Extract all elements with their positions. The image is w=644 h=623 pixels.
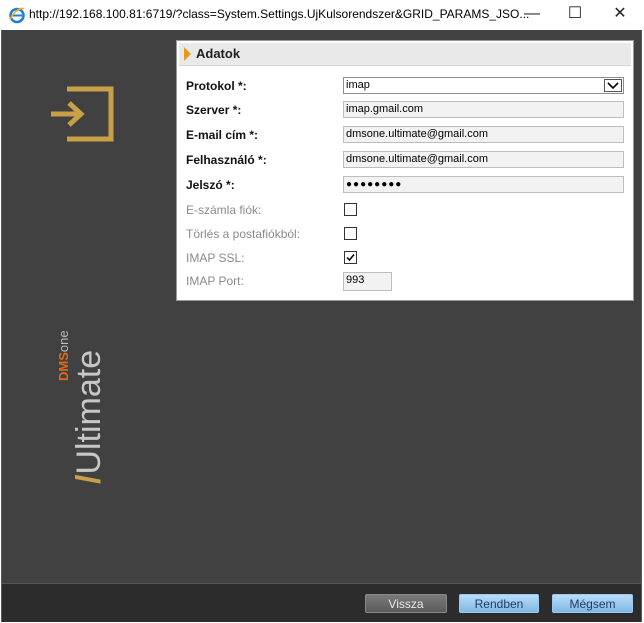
- dmsone-ultimate-logo: /Ultimate DMSone: [54, 306, 108, 492]
- maximize-button[interactable]: ☐: [563, 3, 587, 25]
- ssl-label: IMAP SSL:: [186, 251, 245, 265]
- email-input[interactable]: dmsone.ultimate@gmail.com: [343, 126, 624, 143]
- cancel-button[interactable]: Mégsem: [552, 594, 633, 613]
- svg-text:DMSone: DMSone: [56, 330, 71, 381]
- einvoice-label: E-számla fiók:: [186, 203, 262, 217]
- bottom-action-bar: Vissza Rendben Mégsem: [2, 583, 641, 622]
- checkmark-icon: [346, 254, 355, 262]
- protocol-label: Protokol *:: [186, 79, 247, 93]
- email-label: E-mail cím *:: [186, 128, 259, 142]
- address-url[interactable]: http://192.168.100.81:6719/?class=System…: [29, 7, 529, 21]
- data-panel: Adatok Protokol *: imap Szerver *: imap.…: [176, 40, 634, 301]
- server-input[interactable]: imap.gmail.com: [343, 101, 624, 118]
- internet-explorer-icon: [8, 6, 26, 24]
- window-title-bar: http://192.168.100.81:6719/?class=System…: [0, 0, 644, 30]
- panel-header: Adatok: [179, 43, 631, 66]
- delete-label: Törlés a postafiókból:: [186, 227, 301, 241]
- ssl-checkbox[interactable]: [344, 251, 357, 264]
- back-button[interactable]: Vissza: [365, 594, 447, 613]
- port-input[interactable]: 993: [343, 272, 392, 291]
- close-button[interactable]: ✕: [608, 3, 632, 25]
- password-label: Jelszó *:: [186, 178, 235, 192]
- ok-button[interactable]: Rendben: [459, 594, 539, 613]
- server-label: Szerver *:: [186, 103, 242, 117]
- user-label: Felhasználó *:: [186, 153, 267, 167]
- svg-text:/Ultimate: /Ultimate: [70, 350, 106, 484]
- app-area: /Ultimate DMSone Adatok Protokol *: imap…: [1, 30, 642, 622]
- chevron-down-icon[interactable]: [604, 79, 622, 92]
- einvoice-checkbox[interactable]: [344, 203, 357, 216]
- minimize-button[interactable]: —: [520, 3, 544, 25]
- user-input[interactable]: dmsone.ultimate@gmail.com: [343, 151, 624, 168]
- protocol-value: imap: [346, 79, 370, 91]
- panel-arrow-icon: [184, 47, 191, 61]
- password-input[interactable]: ●●●●●●●●: [343, 176, 624, 193]
- port-label: IMAP Port:: [186, 274, 244, 288]
- protocol-select[interactable]: imap: [343, 77, 624, 94]
- exit-door-arrow-icon[interactable]: [49, 86, 115, 142]
- delete-checkbox[interactable]: [344, 227, 357, 240]
- panel-title: Adatok: [196, 46, 241, 61]
